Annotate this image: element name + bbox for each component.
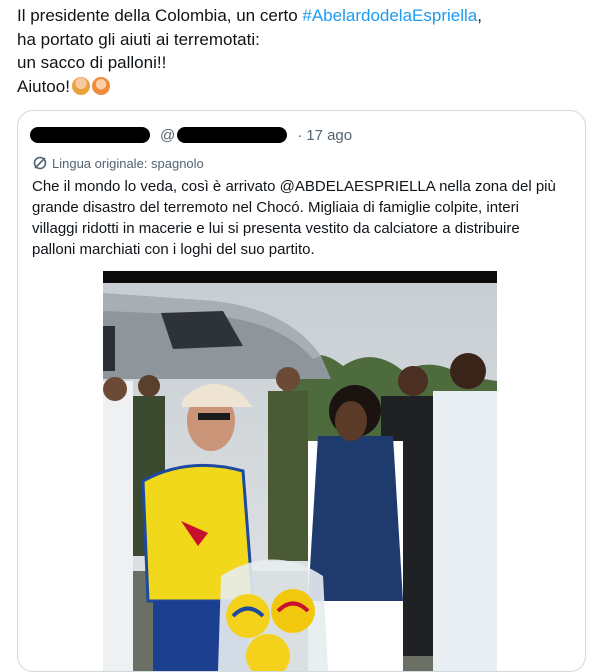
photo-illustration (103, 271, 497, 671)
tweet-text-segment: Il presidente della Colombia, un certo (17, 6, 303, 25)
hashtag-link[interactable]: #AbelardodelaEspriella (302, 6, 477, 25)
quoted-tweet-header: @ · 17 ago (30, 123, 352, 147)
person-gesturing-no-emoji (91, 76, 110, 95)
tweet-text-segment: , (477, 6, 482, 25)
quoted-tweet-card[interactable]: @ · 17 ago Lingua originale: spagnolo Ch… (17, 110, 586, 672)
redacted-handle (177, 127, 288, 143)
redacted-display-name (30, 127, 150, 143)
tweet-text: Il presidente della Colombia, un certo #… (17, 4, 577, 98)
translate-icon (33, 156, 47, 170)
translation-notice[interactable]: Lingua originale: spagnolo (32, 155, 204, 171)
quoted-tweet-text: Che il mondo lo veda, così è arrivato @A… (32, 178, 556, 258)
tweet-text-segment: Aiutoo! (17, 76, 70, 96)
tweet-time[interactable]: 17 ago (306, 127, 352, 144)
translation-label: Lingua originale: spagnolo (52, 155, 204, 171)
tweet-line-1: Il presidente della Colombia, un certo #… (17, 4, 577, 28)
tweet-line-3: un sacco di palloni!! (17, 53, 167, 72)
handle-at-sign: @ (160, 126, 176, 144)
tweet-line-2: ha portato gli aiuti ai terremotati: (17, 29, 260, 49)
person-facepalming-emoji (71, 76, 90, 95)
photo-top-border (103, 271, 497, 283)
quoted-tweet-photo[interactable] (103, 271, 497, 671)
separator-dot: · (297, 126, 303, 144)
tweet-line-4: Aiutoo! (17, 75, 577, 99)
